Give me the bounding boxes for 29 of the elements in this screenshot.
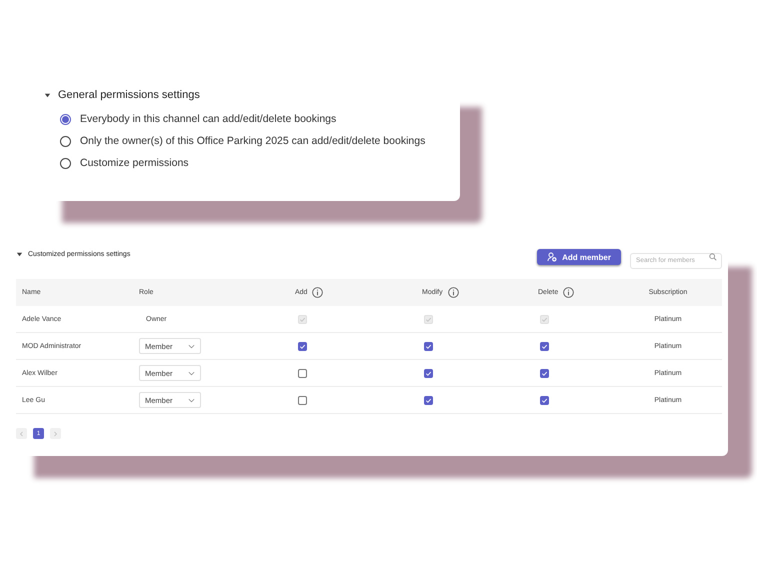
checkbox[interactable] — [540, 368, 549, 378]
option-label: Everybody in this channel can add/edit/delete bookings — [80, 113, 336, 125]
caret-icon[interactable] — [44, 92, 51, 98]
checkbox[interactable] — [298, 368, 307, 378]
chevron-down-icon — [188, 398, 195, 402]
option-label: Customize permissions — [80, 157, 189, 169]
checkbox[interactable] — [540, 396, 549, 404]
checkbox[interactable] — [540, 342, 549, 350]
chevron-down-icon — [188, 370, 195, 376]
search-icon[interactable] — [709, 253, 717, 261]
info-icon[interactable] — [563, 287, 574, 298]
info-icon[interactable] — [448, 287, 459, 298]
checkbox[interactable] — [298, 396, 307, 404]
chevron-down-icon — [188, 344, 195, 348]
section-title: General permissions settings — [58, 89, 200, 101]
radio-button[interactable] — [60, 158, 71, 168]
chevron-left-icon — [19, 430, 24, 436]
checkbox[interactable] — [424, 342, 433, 350]
option-label: Only the owner(s) of this Office Parking 2025 can add/edit/delete bookings — [80, 135, 426, 147]
chevron-right-icon — [53, 430, 58, 436]
radio-button[interactable] — [60, 136, 71, 146]
add-person-icon — [547, 252, 558, 262]
info-icon[interactable] — [312, 287, 324, 298]
radio-button[interactable] — [60, 114, 71, 124]
checkbox[interactable] — [424, 396, 433, 404]
caret-icon[interactable] — [16, 251, 23, 258]
checkbox[interactable] — [298, 342, 307, 350]
checkbox[interactable] — [424, 368, 433, 378]
add-member-button[interactable]: Add member — [537, 249, 621, 265]
